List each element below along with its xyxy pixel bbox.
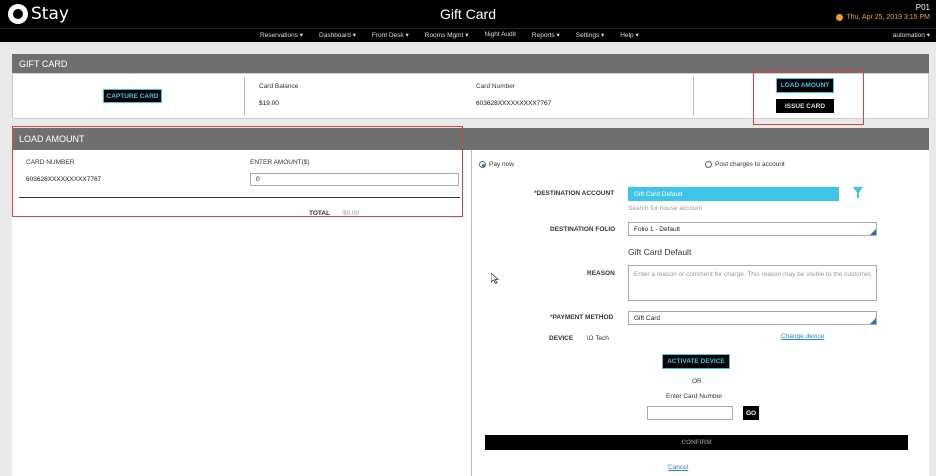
gift-card-header-text: GIFT CARD [19, 58, 68, 69]
account-name: Gift Card Default [628, 247, 692, 257]
card-balance-value: $19.00 [259, 100, 279, 107]
datetime: Thu, Apr 25, 2019 3:15 PM [836, 14, 930, 21]
reason-textarea[interactable]: Enter a reason or comment for charge. Th… [628, 265, 877, 301]
nav-night-audit[interactable]: Night Audit [476, 31, 523, 39]
enter-card-number-label: Enter Card Number [666, 393, 723, 400]
destination-folio-label: DESTINATION FOLIO [550, 226, 616, 233]
hotel-code: P01 [915, 3, 930, 12]
activate-device-button[interactable]: ACTIVATE DEVICE [662, 354, 730, 369]
destination-account-value: Gift Card Default [634, 190, 683, 198]
dropdown-corner-icon [870, 229, 876, 235]
clock-icon [836, 14, 844, 21]
payment-method-select[interactable]: Gift Card [628, 311, 877, 325]
destination-account-label: *DESTINATION ACCOUNT [534, 190, 615, 197]
go-button[interactable]: GO [743, 406, 759, 420]
card-number-input[interactable] [647, 406, 733, 420]
cancel-link[interactable]: Cancel [668, 464, 688, 471]
destination-account-input[interactable]: Gift Card Default [628, 187, 839, 201]
device-label: DEVICE [549, 335, 574, 342]
capture-card-button[interactable]: CAPTURE CARD [103, 89, 162, 103]
nav-rooms-mgmt[interactable]: Rooms Mgmt ▾ [417, 31, 477, 39]
change-device-link[interactable]: Change device [781, 333, 824, 340]
top-bar: Stay Gift Card P01 Thu, Apr 25, 2019 3:1… [0, 0, 936, 28]
payment-method-value: Gift Card [634, 314, 661, 322]
card-number-label: Card Number [476, 83, 516, 90]
user-name: automation [892, 32, 925, 39]
destination-folio-select[interactable]: Folio 1 - Default [628, 222, 877, 236]
mouse-cursor-icon [491, 273, 499, 284]
page-title: Gift Card [439, 6, 496, 22]
divider [693, 77, 694, 115]
payment-method-label: *PAYMENT METHOD [550, 314, 614, 321]
highlight-box [753, 70, 864, 125]
nav-menu: Reservations ▾ Dashboard ▾ Front Desk ▾ … [252, 31, 647, 39]
pay-now-radio[interactable] [479, 161, 486, 168]
nav-help[interactable]: Help ▾ [612, 31, 646, 39]
confirm-button[interactable]: CONFIRM [485, 435, 908, 450]
device-value: iO Tech [587, 335, 609, 342]
nav-settings[interactable]: Settings ▾ [568, 31, 613, 39]
user-menu[interactable]: automation ▾ [893, 31, 930, 39]
card-number-value: 603628XXXXXXXXX7767 [476, 100, 552, 107]
destination-folio-value: Folio 1 - Default [634, 225, 680, 233]
card-balance-label: Card Balance [259, 83, 299, 90]
search-house-account-hint: Search for house account [628, 205, 703, 212]
nav-reservations[interactable]: Reservations ▾ [252, 31, 311, 39]
filter-icon-stem [857, 193, 859, 198]
nav-dashboard[interactable]: Dashboard ▾ [311, 31, 364, 39]
pay-now-label: Pay now [489, 161, 514, 168]
reason-placeholder: Enter a reason or comment for charge. Th… [634, 271, 873, 278]
highlight-box [12, 126, 463, 217]
dropdown-corner-icon [870, 318, 876, 324]
or-label: OR [692, 378, 702, 385]
nav-bar: Reservations ▾ Dashboard ▾ Front Desk ▾ … [0, 28, 936, 42]
nav-reports[interactable]: Reports ▾ [524, 31, 568, 39]
post-charges-radio[interactable] [705, 161, 712, 168]
reason-label: REASON [587, 270, 615, 277]
nav-front-desk[interactable]: Front Desk ▾ [364, 31, 417, 39]
datetime-text: Thu, Apr 25, 2019 3:15 PM [846, 14, 930, 21]
post-charges-label: Post charges to account [715, 161, 785, 168]
divider [244, 77, 245, 115]
